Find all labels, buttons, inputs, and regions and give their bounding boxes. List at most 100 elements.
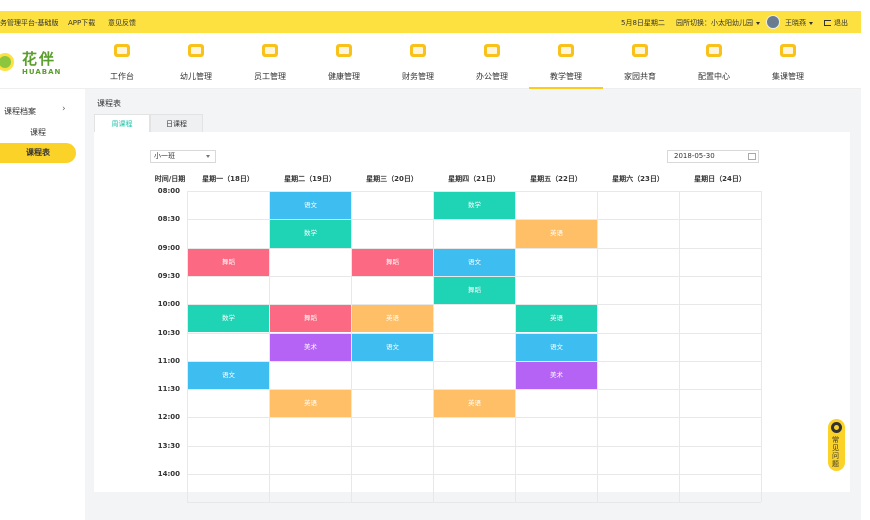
search-question-icon: [831, 422, 842, 433]
app-download-link[interactable]: APP下载: [68, 18, 95, 28]
course-cell[interactable]: 语文: [188, 361, 269, 390]
medical-kit-icon: [334, 41, 354, 61]
grid-row-line: [187, 417, 761, 419]
main-content: 课程表 周课程 日课程 小一班 2018-05-30 时间/日期 星期一（18日）…: [85, 89, 861, 520]
school-switch[interactable]: 园所切换：小太阳幼儿园: [676, 18, 760, 28]
course-cell[interactable]: 语文: [516, 333, 597, 361]
course-cell[interactable]: 语文: [270, 192, 351, 220]
day-header: 星期六（23日）: [612, 175, 664, 183]
user-menu[interactable]: 王晓燕: [785, 18, 813, 28]
nav-item-0[interactable]: 工作台: [85, 33, 159, 89]
nav-item-9[interactable]: 集课管理: [751, 33, 825, 89]
grid-col-line: [761, 191, 762, 503]
course-cell[interactable]: 语文: [352, 333, 433, 361]
nav-item-7[interactable]: 家园共育: [603, 33, 677, 89]
grid-row-line: [187, 474, 761, 475]
avatar[interactable]: [766, 15, 780, 29]
nav-item-label: 幼儿管理: [180, 72, 212, 81]
day-header: 星期一（18日）: [202, 175, 254, 183]
course-cell[interactable]: 舞蹈: [434, 276, 515, 305]
nav-item-4[interactable]: 财务管理: [381, 33, 455, 89]
day-header: 星期三（20日）: [366, 175, 418, 183]
course-cell[interactable]: 舞蹈: [352, 248, 433, 276]
logo-cn: 花伴: [22, 50, 57, 68]
chevron-down-icon: [756, 21, 760, 25]
main-nav: 花伴 HUABAN 工作台 幼儿管理 员工管理 健康管理 财务管理 办公管理 教学管理 家园共…: [0, 33, 861, 89]
schedule-panel: 小一班 2018-05-30 时间/日期 星期一（18日） 星期二（19日） 星期三（…: [94, 132, 850, 504]
grid-corner-label: 时间/日期: [154, 175, 186, 183]
time-label: 09:00: [157, 243, 180, 252]
course-cell[interactable]: 英语: [516, 220, 597, 248]
course-cell[interactable]: 语文: [434, 248, 515, 276]
course-cell[interactable]: 舞蹈: [188, 248, 269, 276]
chat-bubbles-icon: [630, 41, 650, 61]
nav-item-label: 教学管理: [550, 72, 582, 81]
sidebar-item-course[interactable]: 课程: [0, 123, 76, 143]
sun-logo-icon: [0, 53, 14, 71]
course-cell[interactable]: 英语: [434, 390, 515, 418]
help-label: 常见问题: [832, 436, 839, 468]
child-icon: [186, 41, 206, 61]
time-label: 11:30: [157, 385, 180, 394]
time-label: 12:00: [157, 413, 180, 422]
top-bar: 务管理平台-基础版 APP下载 意见反馈 5月8日星期二 园所切换：小太阳幼儿园…: [0, 11, 861, 33]
course-cell[interactable]: 英语: [270, 390, 351, 418]
piggy-bank-icon: [408, 41, 428, 61]
briefcase-icon: [482, 41, 502, 61]
grid-row-line: [187, 360, 761, 362]
nav-item-label: 办公管理: [476, 72, 508, 81]
book-icon: [778, 41, 798, 61]
time-label: 11:00: [157, 356, 180, 365]
nav-item-1[interactable]: 幼儿管理: [159, 33, 233, 89]
help-button[interactable]: 常见问题: [828, 419, 845, 471]
course-cell[interactable]: 英语: [352, 305, 433, 333]
logo: 花伴 HUABAN: [0, 43, 80, 83]
day-header: 星期日（24日）: [694, 175, 746, 183]
staff-icon: [260, 41, 280, 61]
sidebar: 课程档案 › 课程 课程表: [0, 97, 85, 510]
platform-name: 务管理平台-基础版: [0, 19, 59, 27]
chevron-down-icon: [809, 21, 813, 25]
nav-item-label: 工作台: [110, 72, 134, 81]
course-cell[interactable]: 舞蹈: [270, 305, 351, 333]
time-label: 10:30: [157, 328, 180, 337]
course-cell[interactable]: 英语: [516, 305, 597, 333]
monitor-chart-icon: [112, 41, 132, 61]
date-text: 5月8日星期二: [621, 19, 665, 27]
logo-en: HUABAN: [22, 68, 62, 76]
nav-item-label: 健康管理: [328, 72, 360, 81]
nav-item-2[interactable]: 员工管理: [233, 33, 307, 89]
nav-item-label: 配置中心: [698, 72, 730, 81]
course-cell[interactable]: 美术: [516, 361, 597, 390]
day-header: 星期五（22日）: [530, 175, 582, 183]
nav-item-8[interactable]: 配置中心: [677, 33, 751, 89]
tab-week[interactable]: 周课程: [94, 114, 150, 132]
time-label: 09:30: [157, 271, 180, 280]
time-label: 08:30: [157, 215, 180, 224]
breadcrumb: 课程表: [97, 99, 121, 108]
grid-col-line: [187, 191, 188, 503]
grid-col-line: [597, 191, 598, 503]
logout-label: 退出: [834, 19, 848, 27]
math-board-icon: [556, 41, 576, 61]
course-cell[interactable]: 数学: [270, 220, 351, 248]
nav-item-6[interactable]: 教学管理: [529, 33, 603, 89]
day-header: 星期四（21日）: [448, 175, 500, 183]
grid-row-line: [187, 445, 761, 447]
nav-item-3[interactable]: 健康管理: [307, 33, 381, 89]
time-label: 13:30: [157, 441, 180, 450]
logout-icon: [824, 20, 831, 26]
grid-col-line: [433, 191, 434, 503]
nav-item-5[interactable]: 办公管理: [455, 33, 529, 89]
feedback-link[interactable]: 意见反馈: [108, 18, 136, 28]
course-cell[interactable]: 美术: [270, 333, 351, 361]
gear-icon: [704, 41, 724, 61]
tab-day[interactable]: 日课程: [150, 114, 203, 132]
sidebar-item-schedule[interactable]: 课程表: [0, 143, 76, 163]
course-cell[interactable]: 数学: [434, 192, 515, 220]
course-cell[interactable]: 数学: [188, 305, 269, 333]
sidebar-header[interactable]: 课程档案: [4, 106, 36, 117]
chevron-right-icon[interactable]: ›: [62, 104, 66, 114]
logout-button[interactable]: 退出: [824, 18, 848, 28]
time-label: 10:00: [157, 300, 180, 309]
